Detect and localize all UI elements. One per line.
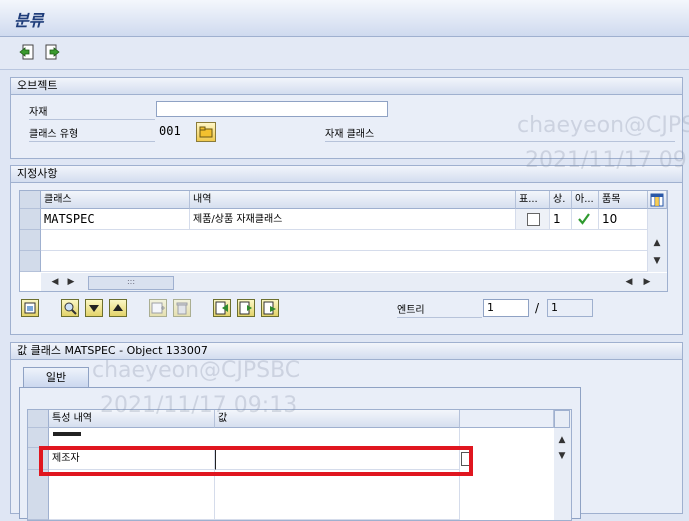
table-row[interactable] [41, 251, 648, 272]
title-bar: 분류 [0, 0, 689, 37]
class-type-value[interactable]: 001 [159, 124, 181, 138]
select-all-corner[interactable] [28, 410, 49, 428]
row-selector[interactable] [20, 230, 41, 251]
table-settings-icon [650, 193, 664, 207]
partially-hidden-text [53, 432, 81, 436]
window-title: 분류 [14, 11, 44, 30]
delete-row-button[interactable] [173, 299, 191, 317]
entry-label: 엔트리 [397, 301, 482, 318]
col-class[interactable]: 클래스 [41, 191, 190, 209]
col-active[interactable]: 아... [572, 191, 599, 209]
tab-general[interactable]: 일반 [23, 367, 89, 388]
scroll-down-icon[interactable]: ▼ [554, 448, 570, 464]
scroll-up-icon[interactable]: ▲ [554, 432, 570, 448]
details-icon [24, 302, 36, 314]
triangle-down-icon [89, 305, 99, 312]
assignment-group: 지정사항 클래스 내역 표... 상. 아... 품목 MATSPEC 제품/상… [10, 165, 683, 335]
col-standard[interactable]: 표... [516, 191, 550, 209]
row-selector[interactable] [28, 428, 49, 448]
layout-settings-button[interactable] [648, 191, 667, 209]
next-object-icon[interactable] [44, 44, 60, 60]
material-input[interactable] [156, 101, 388, 117]
scroll-right-icon[interactable]: ▶ [63, 274, 79, 290]
table-row[interactable] [49, 428, 460, 448]
next-page-icon [263, 301, 276, 315]
watermark-user: chaeyeon@CJPSBC [517, 113, 689, 138]
move-up-button[interactable] [109, 299, 127, 317]
watermark-user: chaeyeon@CJPSBC [92, 358, 301, 383]
move-down-button[interactable] [85, 299, 103, 317]
material-label: 자재 [29, 103, 155, 120]
trash-icon [176, 302, 188, 315]
toolbar [0, 37, 689, 70]
previous-page-icon [239, 301, 252, 315]
table-cell-status[interactable]: 1 [550, 209, 572, 230]
scroll-left-icon[interactable]: ◀ [47, 274, 63, 290]
object-group-title: 오브젝트 [11, 78, 682, 95]
highlight-box [39, 446, 473, 476]
standard-checkbox[interactable] [527, 213, 540, 226]
triangle-up-icon [113, 304, 123, 311]
table-cell-class[interactable]: MATSPEC [41, 209, 190, 230]
scroll-down-icon[interactable]: ▼ [649, 253, 665, 269]
checkmark-icon [578, 213, 590, 225]
watermark-date: 2021/11/17 09:13 [525, 148, 689, 173]
first-page-icon [215, 301, 228, 315]
insert-row-button[interactable] [149, 299, 167, 317]
vertical-scrollbar[interactable]: ▲ ▼ [648, 209, 667, 272]
table-cell-description[interactable]: 제품/상품 자재클래스 [190, 209, 516, 230]
scroll-right-end-icon[interactable]: ▶ [639, 274, 655, 290]
select-all-corner[interactable] [20, 191, 41, 209]
next-entry-button[interactable] [261, 299, 279, 317]
col-status[interactable]: 상. [550, 191, 572, 209]
first-entry-button[interactable] [213, 299, 231, 317]
find-icon [64, 302, 77, 315]
find-button[interactable] [61, 299, 79, 317]
table-cell-item[interactable]: 10 [599, 209, 648, 230]
scroll-left-end-icon[interactable]: ◀ [621, 274, 637, 290]
table-cell-active [572, 209, 599, 230]
entry-separator: / [535, 301, 540, 315]
entry-current-input[interactable]: 1 [483, 299, 529, 317]
details-button[interactable] [21, 299, 39, 317]
row-selector[interactable] [20, 209, 41, 230]
folder-icon [199, 126, 213, 138]
horizontal-scrollbar[interactable]: ◀ ▶ ::: ◀ ▶ [41, 273, 667, 291]
entry-total-value: 1 [547, 299, 593, 317]
insert-row-icon [151, 302, 165, 314]
table-cell-standard[interactable] [516, 209, 550, 230]
previous-object-icon[interactable] [19, 44, 35, 60]
col-description[interactable]: 내역 [190, 191, 516, 209]
class-type-label: 클래스 유형 [29, 125, 155, 142]
class-assignment-table: 클래스 내역 표... 상. 아... 품목 MATSPEC 제품/상품 자재클… [19, 190, 668, 292]
watermark-date: 2021/11/17 09:13 [100, 393, 298, 418]
scrollbar-top [554, 410, 570, 428]
table-row[interactable] [215, 470, 460, 520]
previous-entry-button[interactable] [237, 299, 255, 317]
row-selector[interactable] [20, 251, 41, 272]
table-row[interactable] [49, 470, 215, 520]
col-item[interactable]: 품목 [599, 191, 648, 209]
class-type-help-button[interactable] [196, 122, 216, 142]
scroll-thumb[interactable]: ::: [88, 276, 174, 290]
vertical-scrollbar[interactable]: ▲ ▼ [554, 410, 571, 520]
table-row[interactable] [41, 230, 648, 251]
row-selector[interactable] [28, 470, 49, 520]
scroll-up-icon[interactable]: ▲ [649, 235, 665, 251]
table-header-filler [460, 410, 554, 428]
